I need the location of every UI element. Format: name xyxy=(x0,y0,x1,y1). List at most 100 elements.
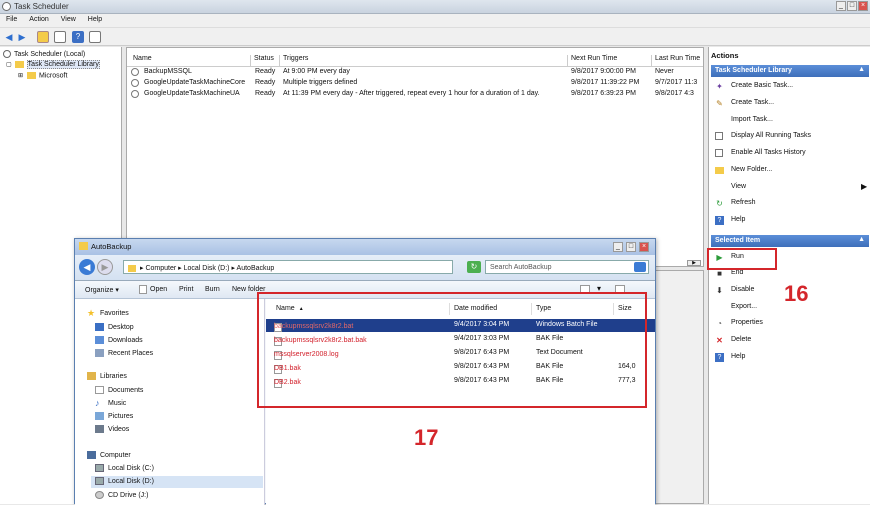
col-next-run[interactable]: Next Run Time xyxy=(568,55,652,66)
search-icon[interactable] xyxy=(634,262,646,272)
maximize-button[interactable]: □ xyxy=(847,1,857,11)
task-trigger: Multiple triggers defined xyxy=(283,79,358,86)
col-last-run[interactable]: Last Run Time xyxy=(652,55,704,66)
nav-drive-d[interactable]: Local Disk (D:) xyxy=(91,476,263,488)
task-status: Ready xyxy=(255,68,276,75)
print-button[interactable]: Print xyxy=(179,286,193,293)
task-row[interactable]: GoogleUpdateTaskMachineCore Ready Multip… xyxy=(130,79,702,90)
nav-documents[interactable]: Documents xyxy=(95,386,143,394)
star-icon: ★ xyxy=(87,308,96,318)
nav-drive-j[interactable]: CD Drive (J:) xyxy=(95,491,148,499)
organize-button[interactable]: Organize ▾ xyxy=(85,286,119,294)
folder-icon xyxy=(715,167,724,174)
close-button[interactable]: × xyxy=(858,1,868,11)
minimize-button[interactable]: _ xyxy=(613,242,623,252)
drive-icon xyxy=(95,464,104,472)
open-button[interactable]: Open xyxy=(150,286,167,293)
forward-icon[interactable]: ▶ xyxy=(97,259,113,275)
folder-up-icon[interactable] xyxy=(37,31,49,43)
task-last-run: Never xyxy=(655,68,674,75)
nav-recent-places[interactable]: Recent Places xyxy=(95,349,153,357)
action-label: Disable xyxy=(731,286,755,293)
nav-computer[interactable]: Computer xyxy=(87,451,131,459)
tree-microsoft-label: Microsoft xyxy=(39,72,68,80)
nav-label: Local Disk (D:) xyxy=(108,477,154,485)
menu-view[interactable]: View xyxy=(55,14,82,25)
task-name: GoogleUpdateTaskMachineCore xyxy=(144,79,246,86)
menu-file[interactable]: File xyxy=(0,14,23,25)
breadcrumb-separator: ▸ xyxy=(176,265,184,272)
header-divider xyxy=(127,66,703,67)
breadcrumb-drive[interactable]: Local Disk (D:) xyxy=(184,265,230,272)
wand-icon: ✦ xyxy=(716,82,723,91)
scroll-right-icon[interactable]: ▶ xyxy=(687,260,701,266)
drive-icon xyxy=(95,477,104,485)
burn-button[interactable]: Burn xyxy=(205,286,220,293)
breadcrumb-computer[interactable]: Computer xyxy=(145,265,176,272)
col-status[interactable]: Status xyxy=(251,55,280,66)
menu-action[interactable]: Action xyxy=(23,14,54,25)
explorer-title: AutoBackup xyxy=(91,242,132,251)
collapse-icon[interactable]: ▲ xyxy=(858,66,865,73)
nav-desktop[interactable]: Desktop xyxy=(95,323,134,331)
cd-drive-icon xyxy=(95,491,104,499)
nav-downloads[interactable]: Downloads xyxy=(95,336,143,344)
submenu-arrow-icon: ▶ xyxy=(861,182,868,191)
col-triggers[interactable]: Triggers xyxy=(280,55,568,66)
list-icon xyxy=(715,132,723,140)
nav-libraries[interactable]: Libraries xyxy=(87,372,127,380)
folder-icon xyxy=(14,61,24,68)
help-icon[interactable]: ? xyxy=(72,31,84,43)
show-tree-icon[interactable] xyxy=(54,31,66,43)
explorer-title-bar: AutoBackup _ □ × xyxy=(75,239,655,255)
selected-section-header[interactable]: Selected Item ▲ xyxy=(711,235,869,247)
nav-videos[interactable]: Videos xyxy=(95,425,129,433)
nav-label: Recent Places xyxy=(108,349,154,357)
back-icon[interactable]: ◀ xyxy=(79,259,95,275)
tree-root[interactable]: Task Scheduler (Local) xyxy=(3,50,85,58)
breadcrumb-folder[interactable]: AutoBackup xyxy=(237,265,275,272)
minimize-button[interactable]: _ xyxy=(836,1,846,11)
tree-microsoft[interactable]: ⊞ Microsoft xyxy=(18,72,67,79)
nav-music[interactable]: ♪ Music xyxy=(95,399,126,408)
task-row[interactable]: GoogleUpdateTaskMachineUA Ready At 11:39… xyxy=(130,90,702,101)
nav-drive-c[interactable]: Local Disk (C:) xyxy=(95,464,154,472)
address-bar[interactable]: ▸ Computer ▸ Local Disk (D:) ▸ AutoBacku… xyxy=(123,260,453,274)
show-action-pane-icon[interactable] xyxy=(89,31,101,43)
disable-icon: ⬇ xyxy=(716,286,723,295)
library-section-label: Task Scheduler Library xyxy=(715,67,792,74)
close-button[interactable]: × xyxy=(639,242,649,252)
collapse-icon[interactable]: ▲ xyxy=(858,236,865,243)
library-section-header[interactable]: Task Scheduler Library ▲ xyxy=(711,65,869,77)
action-label: Display All Running Tasks xyxy=(731,132,812,139)
collapse-icon[interactable]: ▢ xyxy=(6,62,12,68)
forward-icon[interactable]: ▶ xyxy=(16,31,28,43)
col-name[interactable]: Name xyxy=(130,55,251,66)
tree-library[interactable]: ▢ Task Scheduler Library xyxy=(6,60,100,70)
clock-icon xyxy=(3,50,11,58)
menu-bar: File Action View Help xyxy=(0,14,870,28)
action-view[interactable]: View ▶ xyxy=(715,182,868,194)
task-status: Ready xyxy=(255,90,276,97)
menu-help[interactable]: Help xyxy=(82,14,108,25)
refresh-icon[interactable]: ↻ xyxy=(467,261,481,273)
action-label: Export... xyxy=(731,303,758,310)
task-row[interactable]: BackupMSSQL Ready At 9:00 PM every day 9… xyxy=(130,68,702,79)
back-icon[interactable]: ◀ xyxy=(3,31,15,43)
action-label: Help xyxy=(731,353,746,360)
expand-icon[interactable]: ⊞ xyxy=(18,73,23,79)
run-highlight-box xyxy=(707,248,777,270)
task-icon: ✎ xyxy=(716,99,723,108)
history-icon xyxy=(715,149,723,157)
title-bar: Task Scheduler _ □ × xyxy=(0,0,870,14)
search-input[interactable]: Search AutoBackup xyxy=(485,260,649,274)
address-row: ◀ ▶ ▸ Computer ▸ Local Disk (D:) ▸ AutoB… xyxy=(75,255,655,281)
folder-icon xyxy=(128,264,136,272)
task-next-run: 9/8/2017 11:39:22 PM xyxy=(571,79,640,86)
folder-icon xyxy=(27,72,37,79)
task-next-run: 9/8/2017 9:00:00 PM xyxy=(571,68,636,75)
nav-pictures[interactable]: Pictures xyxy=(95,412,133,420)
nav-favorites[interactable]: ★ Favorites xyxy=(87,308,129,318)
step-17-label: 17 xyxy=(414,425,439,450)
maximize-button[interactable]: □ xyxy=(626,242,636,252)
